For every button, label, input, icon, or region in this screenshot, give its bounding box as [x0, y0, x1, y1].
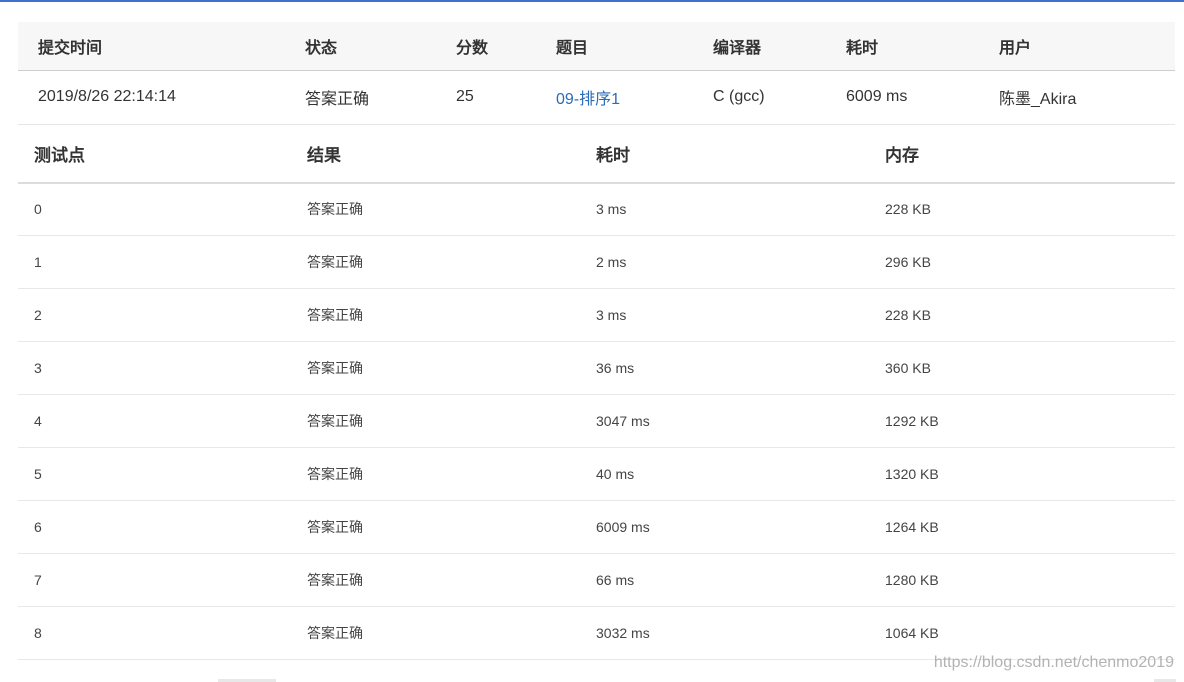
- elapsed-value: 6009 ms: [846, 70, 999, 125]
- header-score: 分数: [456, 22, 556, 71]
- watermark-text: https://blog.csdn.net/chenmo2019: [933, 654, 1174, 671]
- header-memory: 内存: [885, 124, 1175, 184]
- table-row: 1 答案正确 2 ms 296 KB: [18, 235, 1175, 289]
- header-user: 用户: [999, 22, 1175, 71]
- table-row: 5 答案正确 40 ms 1320 KB: [18, 447, 1175, 501]
- header-elapsed: 耗时: [846, 22, 999, 71]
- testcase-result: 答案正确: [307, 182, 596, 236]
- header-problem: 题目: [556, 22, 713, 71]
- table-row: 7 答案正确 66 ms 1280 KB: [18, 553, 1175, 607]
- testcase-memory: 228 KB: [885, 182, 1175, 236]
- testcase-memory: 1264 KB: [885, 500, 1175, 554]
- testcase-id: 2: [18, 288, 307, 342]
- testcase-time: 6009 ms: [596, 500, 885, 554]
- header-testcase: 测试点: [18, 124, 307, 184]
- testcase-time: 36 ms: [596, 341, 885, 395]
- top-accent-bar: [0, 0, 1184, 2]
- testcase-memory: 1280 KB: [885, 553, 1175, 607]
- testcase-time: 3047 ms: [596, 394, 885, 448]
- header-time: 耗时: [596, 124, 885, 184]
- testcase-id: 1: [18, 235, 307, 289]
- testcase-memory: 228 KB: [885, 288, 1175, 342]
- summary-row: 2019/8/26 22:14:14 答案正确 25 09-排序1 C (gcc…: [18, 70, 1175, 125]
- testcase-result: 答案正确: [307, 235, 596, 289]
- submission-summary-table: 提交时间 状态 分数 题目 编译器 耗时 用户 2019/8/26 22:14:…: [18, 22, 1175, 125]
- table-row: 4 答案正确 3047 ms 1292 KB: [18, 394, 1175, 448]
- submission-detail: 提交时间 状态 分数 题目 编译器 耗时 用户 2019/8/26 22:14:…: [18, 22, 1175, 660]
- header-submit-time: 提交时间: [18, 22, 305, 71]
- submit-time: 2019/8/26 22:14:14: [18, 70, 305, 125]
- header-status: 状态: [305, 22, 456, 71]
- user-value: 陈墨_Akira: [999, 70, 1175, 125]
- testcase-memory: 360 KB: [885, 341, 1175, 395]
- testcase-time: 3032 ms: [596, 606, 885, 660]
- problem-link[interactable]: 09-排序1: [556, 91, 620, 108]
- testcase-memory: 1292 KB: [885, 394, 1175, 448]
- testcase-result: 答案正确: [307, 553, 596, 607]
- testcase-id: 3: [18, 341, 307, 395]
- testcase-id: 5: [18, 447, 307, 501]
- testcase-result: 答案正确: [307, 447, 596, 501]
- testcase-time: 3 ms: [596, 288, 885, 342]
- testcase-result: 答案正确: [307, 500, 596, 554]
- status-badge: 答案正确: [305, 70, 456, 125]
- table-row: 8 答案正确 3032 ms 1064 KB: [18, 606, 1175, 660]
- table-row: 0 答案正确 3 ms 228 KB: [18, 182, 1175, 236]
- testcase-result: 答案正确: [307, 341, 596, 395]
- testcase-result: 答案正确: [307, 288, 596, 342]
- testcase-time: 2 ms: [596, 235, 885, 289]
- compiler-value: C (gcc): [713, 70, 846, 125]
- testcase-memory: 1064 KB: [885, 606, 1175, 660]
- testcase-time: 40 ms: [596, 447, 885, 501]
- testcase-id: 8: [18, 606, 307, 660]
- testcase-memory: 1320 KB: [885, 447, 1175, 501]
- table-row: 3 答案正确 36 ms 360 KB: [18, 341, 1175, 395]
- testcase-id: 0: [18, 182, 307, 236]
- testcase-table: 测试点 结果 耗时 内存 0 答案正确 3 ms 228 KB 1 答案正确 2…: [18, 124, 1175, 660]
- table-row: 2 答案正确 3 ms 228 KB: [18, 288, 1175, 342]
- header-compiler: 编译器: [713, 22, 846, 71]
- score-value: 25: [456, 70, 556, 125]
- testcase-result: 答案正确: [307, 606, 596, 660]
- testcase-header-row: 测试点 结果 耗时 内存: [18, 124, 1175, 184]
- testcase-memory: 296 KB: [885, 235, 1175, 289]
- testcase-time: 3 ms: [596, 182, 885, 236]
- testcase-time: 66 ms: [596, 553, 885, 607]
- summary-header-row: 提交时间 状态 分数 题目 编译器 耗时 用户: [18, 22, 1175, 71]
- table-row: 6 答案正确 6009 ms 1264 KB: [18, 500, 1175, 554]
- testcase-id: 7: [18, 553, 307, 607]
- testcase-id: 4: [18, 394, 307, 448]
- header-result: 结果: [307, 124, 596, 184]
- testcase-result: 答案正确: [307, 394, 596, 448]
- testcase-id: 6: [18, 500, 307, 554]
